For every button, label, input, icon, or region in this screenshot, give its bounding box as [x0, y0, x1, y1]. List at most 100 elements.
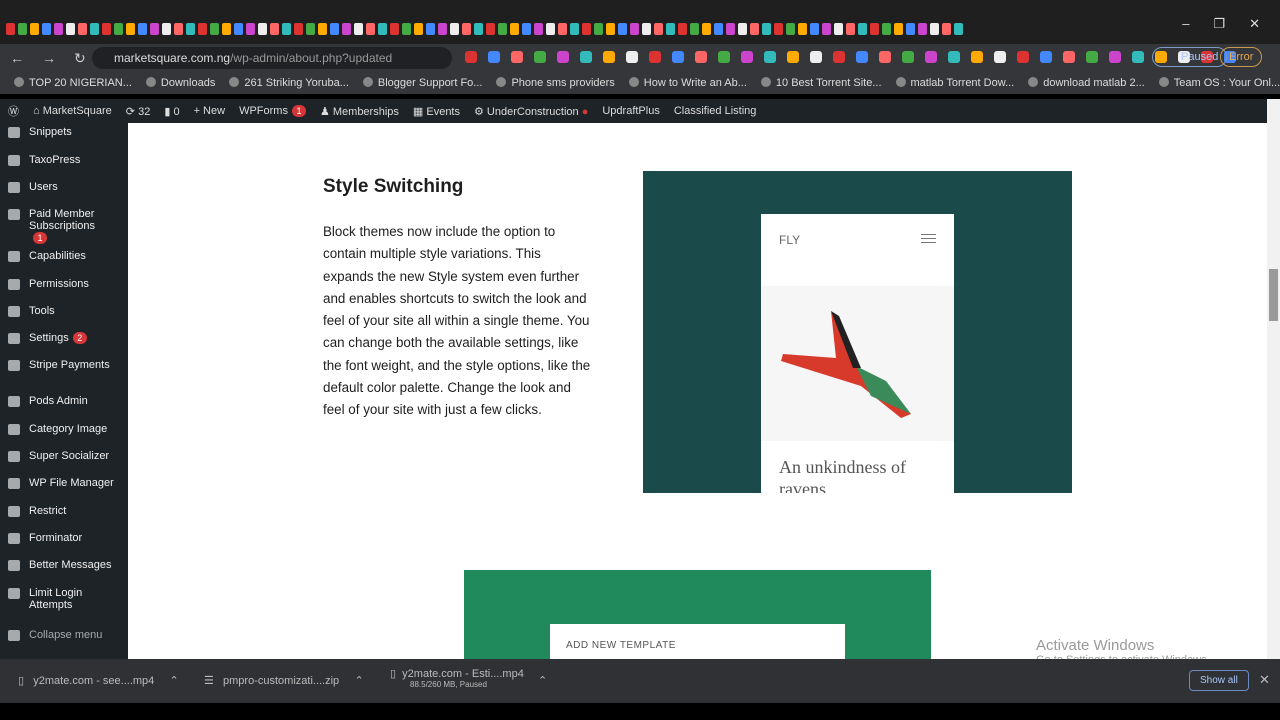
tab-favicon[interactable]: [294, 23, 303, 35]
extension-icon[interactable]: [879, 51, 891, 63]
extension-icon[interactable]: [925, 51, 937, 63]
tab-favicon[interactable]: [162, 23, 171, 35]
updraftplus-link[interactable]: UpdraftPlus: [602, 105, 659, 117]
download-item[interactable]: ☰ pmpro-customizati....zip ⌃: [204, 674, 364, 687]
sidebar-item-better-messages[interactable]: Better Messages: [0, 559, 128, 571]
events-link[interactable]: ▦ Events: [413, 105, 460, 118]
show-all-button[interactable]: Show all: [1189, 670, 1249, 691]
tab-favicon[interactable]: [402, 23, 411, 35]
extension-icon[interactable]: [626, 51, 638, 63]
tab-favicon[interactable]: [6, 23, 15, 35]
tab-favicon[interactable]: [582, 23, 591, 35]
extension-icon[interactable]: [833, 51, 845, 63]
tab-favicon[interactable]: [366, 23, 375, 35]
extension-icon[interactable]: [856, 51, 868, 63]
extension-icon[interactable]: [511, 51, 523, 63]
tab-favicon[interactable]: [678, 23, 687, 35]
tab-favicon[interactable]: [66, 23, 75, 35]
new-link[interactable]: + New: [194, 105, 226, 117]
bookmark-item[interactable]: 261 Striking Yoruba...: [229, 77, 349, 89]
tab-favicon[interactable]: [858, 23, 867, 35]
comments-link[interactable]: ▮ 0: [164, 105, 179, 118]
tab-favicon[interactable]: [666, 23, 675, 35]
error-button[interactable]: Error: [1220, 47, 1263, 67]
classified-listing-link[interactable]: Classified Listing: [674, 105, 757, 117]
tab-favicon[interactable]: [882, 23, 891, 35]
bookmark-item[interactable]: Blogger Support Fo...: [363, 77, 483, 89]
sidebar-item-tools[interactable]: Tools: [0, 305, 128, 317]
extension-icon[interactable]: [695, 51, 707, 63]
sidebar-item-super-socializer[interactable]: Super Socializer: [0, 450, 128, 462]
close-icon[interactable]: ✕: [1249, 16, 1260, 32]
wpforms-link[interactable]: WPForms 1: [239, 105, 306, 117]
reload-icon[interactable]: ↻: [74, 50, 86, 67]
sidebar-item-restrict[interactable]: Restrict: [0, 505, 128, 517]
minimize-icon[interactable]: –: [1182, 16, 1189, 32]
url-input[interactable]: marketsquare.com.ng/wp-admin/about.php?u…: [92, 47, 452, 69]
extension-icon[interactable]: [764, 51, 776, 63]
tab-favicon[interactable]: [342, 23, 351, 35]
sidebar-item-collapse-menu[interactable]: Collapse menu: [0, 629, 128, 641]
tab-favicon[interactable]: [306, 23, 315, 35]
tab-favicon[interactable]: [318, 23, 327, 35]
tab-favicon[interactable]: [942, 23, 951, 35]
tab-favicon[interactable]: [258, 23, 267, 35]
tab-favicon[interactable]: [30, 23, 39, 35]
tab-favicon[interactable]: [234, 23, 243, 35]
sidebar-item-limit-login-attempts[interactable]: Limit Login Attempts: [0, 587, 128, 611]
tab-favicon[interactable]: [90, 23, 99, 35]
tab-favicon[interactable]: [54, 23, 63, 35]
tab-favicon[interactable]: [18, 23, 27, 35]
tab-favicon[interactable]: [102, 23, 111, 35]
tab-favicon[interactable]: [510, 23, 519, 35]
bookmark-item[interactable]: Team OS : Your Onl...: [1159, 77, 1280, 89]
profile-button[interactable]: Paused: [1152, 47, 1228, 67]
tab-favicon[interactable]: [618, 23, 627, 35]
bookmark-item[interactable]: 10 Best Torrent Site...: [761, 77, 882, 89]
sidebar-item-capabilities[interactable]: Capabilities: [0, 250, 128, 262]
tab-favicon[interactable]: [630, 23, 639, 35]
extension-icon[interactable]: [672, 51, 684, 63]
tab-favicon[interactable]: [690, 23, 699, 35]
memberships-link[interactable]: ♟ Memberships: [320, 105, 399, 118]
bookmark-item[interactable]: How to Write an Ab...: [629, 77, 747, 89]
tab-favicon[interactable]: [198, 23, 207, 35]
download-item[interactable]: ▯ y2mate.com - see....mp4 ⌃: [18, 674, 179, 687]
tab-favicon[interactable]: [354, 23, 363, 35]
bookmark-item[interactable]: Downloads: [146, 77, 215, 89]
tab-favicon[interactable]: [606, 23, 615, 35]
bookmark-item[interactable]: download matlab 2...: [1028, 77, 1145, 89]
tab-favicon[interactable]: [42, 23, 51, 35]
tab-favicon[interactable]: [414, 23, 423, 35]
download-item[interactable]: ▯ y2mate.com - Esti....mp4 88.5/260 MB, P…: [390, 667, 524, 689]
extension-icon[interactable]: [580, 51, 592, 63]
extension-icon[interactable]: [534, 51, 546, 63]
extension-icon[interactable]: [741, 51, 753, 63]
tab-favicon[interactable]: [822, 23, 831, 35]
sidebar-item-stripe-payments[interactable]: Stripe Payments: [0, 359, 128, 371]
tab-favicon[interactable]: [750, 23, 759, 35]
tab-favicon[interactable]: [282, 23, 291, 35]
sidebar-item-category-image[interactable]: Category Image: [0, 423, 128, 435]
extension-icon[interactable]: [1017, 51, 1029, 63]
wordpress-logo-icon[interactable]: Ⓦ: [8, 103, 19, 119]
tab-favicon[interactable]: [762, 23, 771, 35]
tab-favicon[interactable]: [546, 23, 555, 35]
extension-icon[interactable]: [1040, 51, 1052, 63]
tab-favicon[interactable]: [126, 23, 135, 35]
maximize-icon[interactable]: ❐: [1213, 16, 1225, 32]
tab-favicon[interactable]: [918, 23, 927, 35]
tab-favicon[interactable]: [486, 23, 495, 35]
tab-favicon[interactable]: [150, 23, 159, 35]
tab-favicon[interactable]: [906, 23, 915, 35]
tab-favicon[interactable]: [78, 23, 87, 35]
tab-favicon[interactable]: [594, 23, 603, 35]
tab-favicon[interactable]: [426, 23, 435, 35]
extension-icon[interactable]: [557, 51, 569, 63]
extension-icon[interactable]: [465, 51, 477, 63]
tab-favicon[interactable]: [954, 23, 963, 35]
forward-icon[interactable]: →: [42, 50, 56, 67]
extension-icon[interactable]: [488, 51, 500, 63]
tab-favicon[interactable]: [474, 23, 483, 35]
back-icon[interactable]: ←: [10, 50, 24, 67]
